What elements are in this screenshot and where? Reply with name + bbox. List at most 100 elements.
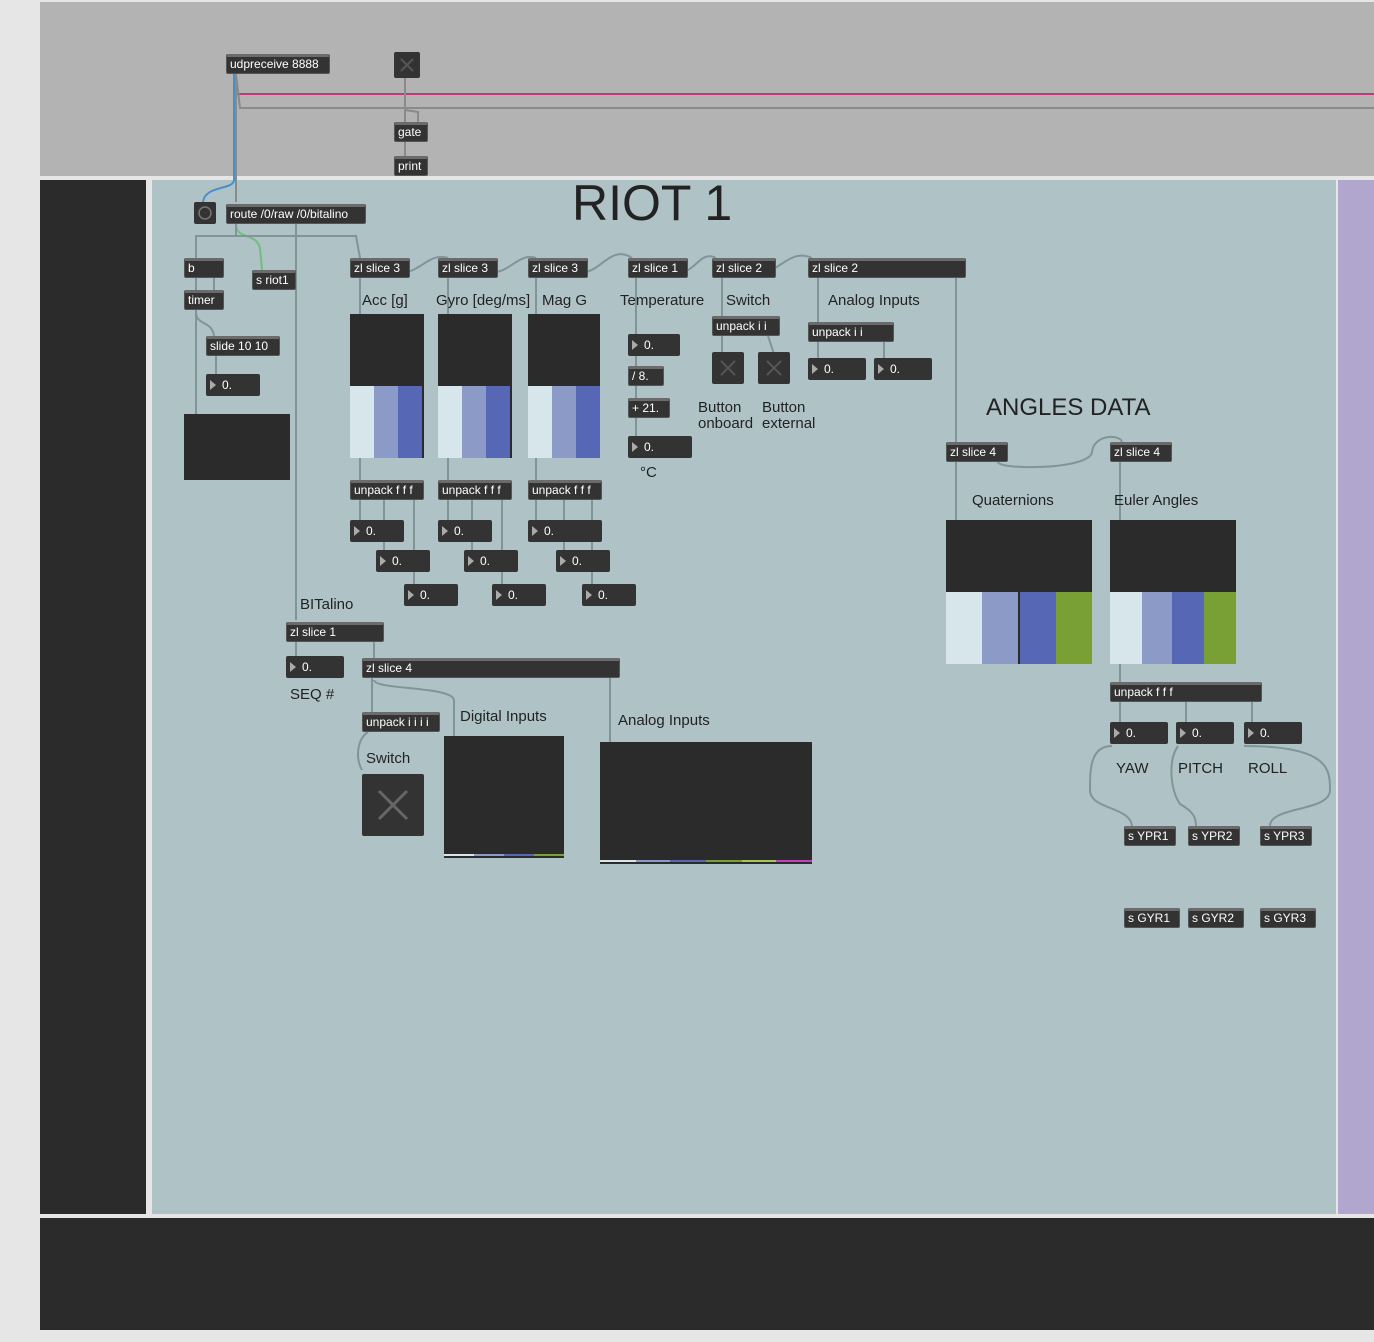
zl-slice-temp[interactable]: zl slice 1 xyxy=(628,258,688,278)
euler-multislider[interactable] xyxy=(1110,520,1236,664)
plus-object[interactable]: + 21. xyxy=(628,398,670,418)
acc-number-y[interactable]: 0. xyxy=(376,550,430,572)
triangle-icon xyxy=(560,556,566,566)
button-external-label: Button external xyxy=(762,399,816,432)
send-gyr2[interactable]: s GYR2 xyxy=(1188,908,1244,928)
pitch-number[interactable]: 0. xyxy=(1176,722,1234,744)
divide-object[interactable]: / 8. xyxy=(628,366,664,386)
route-object[interactable]: route /0/raw /0/bitalino xyxy=(226,204,366,224)
digital-bar-3 xyxy=(504,854,534,856)
zl-slice-gyro[interactable]: zl slice 3 xyxy=(438,258,498,278)
analog-number-2[interactable]: 0. xyxy=(874,358,932,380)
analog-bar-2 xyxy=(636,860,670,862)
mag-number-y[interactable]: 0. xyxy=(556,550,610,572)
roll-number[interactable]: 0. xyxy=(1244,722,1302,744)
triangle-icon xyxy=(632,340,638,350)
acc-number-x[interactable]: 0. xyxy=(350,520,404,542)
send-gyr1[interactable]: s GYR1 xyxy=(1124,908,1180,928)
gate-object[interactable]: gate xyxy=(394,122,428,142)
bitalino-label: BITalino xyxy=(300,596,354,613)
slide-object[interactable]: slide 10 10 xyxy=(206,336,280,356)
gyro-number-y[interactable]: 0. xyxy=(464,550,518,572)
gyro-multislider[interactable] xyxy=(438,314,512,458)
quat-bar-3 xyxy=(1020,592,1056,664)
seq-number[interactable]: 0. xyxy=(286,656,344,678)
quat-bar-2 xyxy=(982,592,1018,664)
switch-toggle[interactable] xyxy=(362,774,424,836)
analog-inputs-plot xyxy=(600,742,812,864)
toggle-x-icon xyxy=(377,789,409,821)
send-gyr3[interactable]: s GYR3 xyxy=(1260,908,1316,928)
acc-bar-3 xyxy=(398,386,422,458)
slide-number[interactable]: 0. xyxy=(206,374,260,396)
unpack-fff-mag[interactable]: unpack f f f xyxy=(528,480,602,500)
gyro-number-x[interactable]: 0. xyxy=(438,520,492,542)
yaw-number[interactable]: 0. xyxy=(1110,722,1168,744)
triangle-icon xyxy=(468,556,474,566)
b-object[interactable]: b xyxy=(184,258,224,278)
udpreceive-object[interactable]: udpreceive 8888 xyxy=(226,54,330,74)
triangle-icon xyxy=(496,590,502,600)
zl-slice-euler[interactable]: zl slice 4 xyxy=(1110,442,1172,462)
analog-bar-1 xyxy=(600,860,636,862)
button-external-toggle[interactable] xyxy=(758,352,790,384)
mag-multislider[interactable] xyxy=(528,314,600,458)
temp-number[interactable]: 0. xyxy=(628,334,680,356)
zl-slice-quat[interactable]: zl slice 4 xyxy=(946,442,1008,462)
euler-bar-2 xyxy=(1142,592,1172,664)
acc-bar-2 xyxy=(374,386,398,458)
analog-number-1[interactable]: 0. xyxy=(808,358,866,380)
quaternions-label: Quaternions xyxy=(972,492,1054,509)
print-object[interactable]: print xyxy=(394,156,428,176)
zl-slice-mag[interactable]: zl slice 3 xyxy=(528,258,588,278)
zl-slice-analog[interactable]: zl slice 2 xyxy=(808,258,966,278)
send-ypr1[interactable]: s YPR1 xyxy=(1124,826,1176,846)
timer-object[interactable]: timer xyxy=(184,290,224,310)
seq-label: SEQ # xyxy=(290,686,335,703)
unpack-fff-gyro[interactable]: unpack f f f xyxy=(438,480,512,500)
triangle-icon xyxy=(354,526,360,536)
acc-multislider[interactable] xyxy=(350,314,424,458)
gate-toggle[interactable] xyxy=(394,52,420,78)
analog-inputs-label-2: Analog Inputs xyxy=(618,712,710,729)
mag-label: Mag G xyxy=(542,292,588,309)
zl-slice-4-bitalino[interactable]: zl slice 4 xyxy=(362,658,620,678)
analog-bar-3 xyxy=(670,860,706,862)
button-onboard-toggle[interactable] xyxy=(712,352,744,384)
mag-number-x[interactable]: 0. xyxy=(528,520,602,542)
toggle-x-icon xyxy=(766,360,782,376)
temp-result-number[interactable]: 0. xyxy=(628,436,692,458)
unpack-fff-acc[interactable]: unpack f f f xyxy=(350,480,424,500)
triangle-icon xyxy=(210,380,216,390)
acc-number-z[interactable]: 0. xyxy=(404,584,458,606)
acc-label: Acc [g] xyxy=(362,292,408,309)
switch-label-2: Switch xyxy=(366,750,411,767)
quaternions-multislider[interactable] xyxy=(946,520,1092,664)
zl-slice-bitalino[interactable]: zl slice 1 xyxy=(286,622,384,642)
triangle-icon xyxy=(812,364,818,374)
triangle-icon xyxy=(1180,728,1186,738)
digital-bar-2 xyxy=(474,854,504,856)
analog-label: Analog Inputs xyxy=(828,292,920,309)
triangle-icon xyxy=(1114,728,1120,738)
unpack-fff-euler[interactable]: unpack f f f xyxy=(1110,682,1262,702)
unpack-iiii[interactable]: unpack i i i i xyxy=(362,712,440,732)
euler-label: Euler Angles xyxy=(1114,492,1199,509)
triangle-icon xyxy=(1248,728,1254,738)
unpack-ii-switch[interactable]: unpack i i xyxy=(712,316,780,336)
bang-button[interactable] xyxy=(194,202,216,224)
zl-slice-acc[interactable]: zl slice 3 xyxy=(350,258,410,278)
switch-label: Switch xyxy=(726,292,771,309)
toggle-x-icon xyxy=(400,58,414,72)
mag-number-z[interactable]: 0. xyxy=(582,584,636,606)
gyro-number-z[interactable]: 0. xyxy=(492,584,546,606)
send-ypr2[interactable]: s YPR2 xyxy=(1188,826,1240,846)
s-riot1-object[interactable]: s riot1 xyxy=(252,270,296,290)
euler-bar-3 xyxy=(1172,592,1204,664)
button-onboard-label: Button onboard xyxy=(698,399,754,432)
send-ypr3[interactable]: s YPR3 xyxy=(1260,826,1312,846)
analog-bar-5 xyxy=(742,860,776,862)
unpack-ii-analog[interactable]: unpack i i xyxy=(808,322,894,342)
euler-bar-1 xyxy=(1110,592,1142,664)
zl-slice-switch[interactable]: zl slice 2 xyxy=(712,258,776,278)
